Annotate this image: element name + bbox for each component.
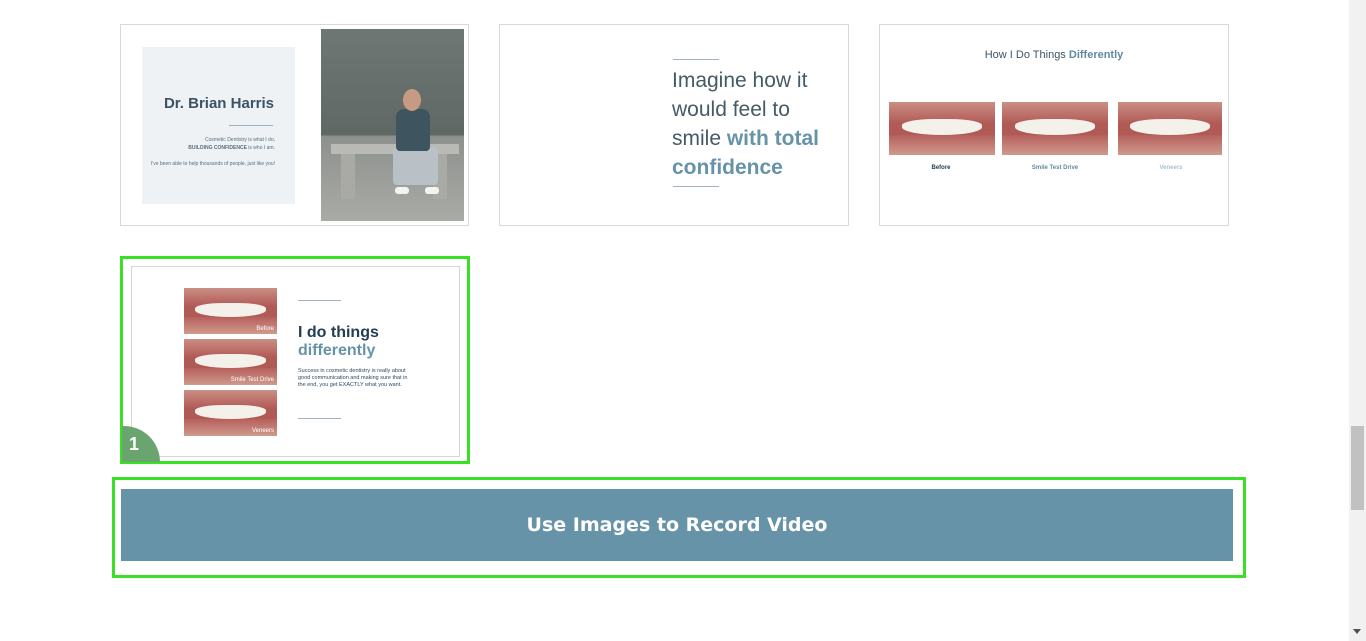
heading-line-1: I do things bbox=[298, 324, 379, 341]
smile-test-drive-image: Smile Test Drive bbox=[184, 339, 277, 385]
scroll-down-arrow-icon[interactable] bbox=[1353, 629, 1361, 634]
title-plain: How I Do Things bbox=[984, 49, 1069, 61]
doctor-name: Dr. Brian Harris bbox=[163, 95, 274, 112]
divider-bottom bbox=[673, 186, 719, 187]
divider bbox=[229, 125, 273, 126]
vertical-scrollbar[interactable] bbox=[1349, 0, 1366, 641]
body-text: Success in cosmetic dentistry is really … bbox=[298, 368, 408, 388]
intro-text: Cosmetic Dentistry is what I do, BUILDIN… bbox=[145, 136, 275, 168]
caption-smile-test-drive: Smile Test Drive bbox=[230, 377, 274, 383]
imagine-headline: Imagine how it would feel to smile with … bbox=[672, 66, 842, 182]
slide-card-comparison[interactable]: How I Do Things Differently Before Smile… bbox=[879, 24, 1229, 226]
smile-before-image bbox=[889, 102, 995, 155]
slide-card-differently[interactable]: Before Smile Test Drive Veneers I do thi… bbox=[131, 266, 460, 457]
person-head bbox=[403, 89, 421, 111]
intro-bold: BUILDING CONFIDENCE bbox=[188, 145, 247, 151]
intro-line-3: I've been able to help thousands of peop… bbox=[150, 161, 275, 167]
divider-top bbox=[673, 59, 719, 60]
intro-text-panel: Dr. Brian Harris Cosmetic Dentistry is w… bbox=[142, 47, 295, 204]
smile-veneers-image bbox=[1118, 102, 1222, 155]
use-images-record-video-button[interactable]: Use Images to Record Video bbox=[121, 489, 1233, 561]
person-shoe bbox=[395, 187, 409, 194]
smile-test-drive-image bbox=[1002, 102, 1108, 155]
record-button-highlight: Use Images to Record Video bbox=[112, 477, 1246, 578]
heading-line-2: differently bbox=[298, 342, 376, 359]
divider-bottom bbox=[298, 418, 341, 419]
scrollbar-thumb[interactable] bbox=[1351, 426, 1364, 510]
title-bold: Differently bbox=[1068, 49, 1124, 61]
smile-before-image: Before bbox=[184, 288, 277, 334]
slide-card-imagine[interactable]: Imagine how it would feel to smile with … bbox=[499, 24, 849, 226]
label-before: Before bbox=[931, 165, 951, 171]
slide-card-selected[interactable]: Before Smile Test Drive Veneers I do thi… bbox=[120, 256, 470, 464]
bench-leg bbox=[341, 154, 355, 199]
divider-top bbox=[298, 300, 341, 301]
person-legs bbox=[393, 147, 438, 185]
slide-card-intro[interactable]: Dr. Brian Harris Cosmetic Dentistry is w… bbox=[120, 24, 469, 226]
doctor-photo bbox=[321, 29, 464, 221]
intro-line-2: is who I am. bbox=[246, 145, 275, 151]
person-shoe bbox=[425, 187, 439, 194]
comparison-title: How I Do Things Differently bbox=[880, 49, 1228, 61]
label-smile-test-drive: Smile Test Drive bbox=[1031, 165, 1079, 171]
caption-veneers: Veneers bbox=[251, 428, 274, 434]
person-body bbox=[396, 109, 430, 151]
label-veneers: Veneers bbox=[1159, 165, 1183, 171]
intro-line-1: Cosmetic Dentistry is what I do, bbox=[204, 137, 275, 143]
smile-veneers-image: Veneers bbox=[184, 390, 277, 436]
caption-before: Before bbox=[256, 326, 274, 332]
